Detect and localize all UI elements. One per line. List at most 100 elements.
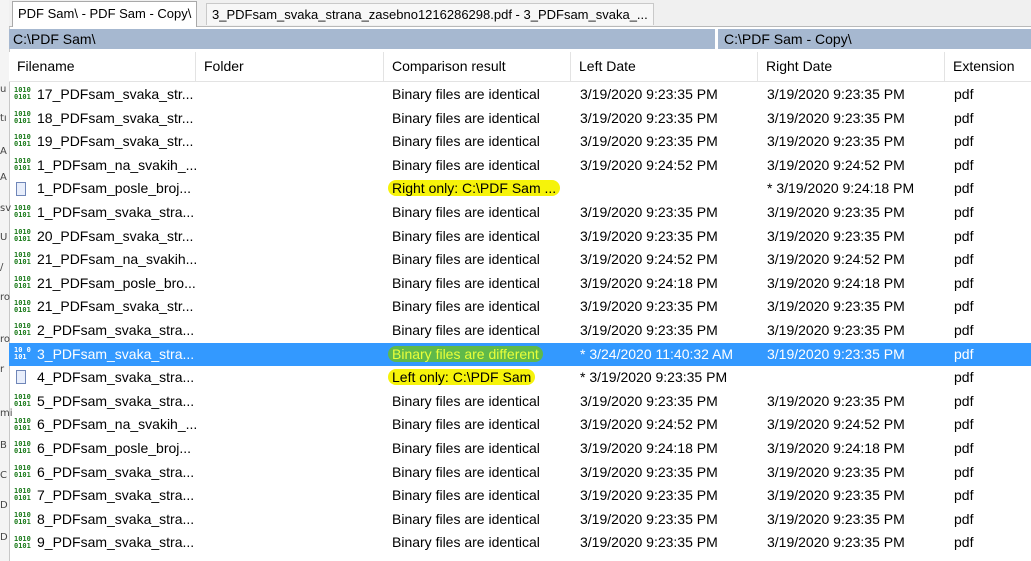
left-date-cell-text: 3/19/2020 9:23:35 PM	[580, 534, 718, 551]
column-header-row: Filename Folder Comparison result Left D…	[9, 52, 1031, 82]
background-text-fragment: u	[0, 84, 7, 95]
column-filename[interactable]: Filename	[9, 52, 196, 81]
comparison-result-cell-text: Binary files are identical	[392, 227, 540, 244]
filename-cell: 6_PDFsam_na_svakih_...	[37, 413, 203, 437]
filename-cell-text: 1_PDFsam_svaka_stra...	[37, 204, 195, 220]
filename-cell: 21_PDFsam_posle_bro...	[37, 272, 203, 296]
table-row[interactable]: 1010 0101 5_PDFsam_svaka_stra... Binary fil…	[9, 390, 1031, 414]
extension-cell: pdf	[954, 319, 1014, 343]
extension-cell: pdf	[954, 508, 1014, 532]
tab-file-compare[interactable]: 3_PDFsam_svaka_strana_zasebno1216286298.…	[206, 3, 654, 25]
table-row[interactable]: 4_PDFsam_svaka_stra... Left only: C:\PDF …	[9, 366, 1031, 390]
filename-cell: 7_PDFsam_svaka_stra...	[37, 484, 203, 508]
comparison-result-cell: Binary files are identical	[392, 390, 577, 414]
binary-icon: 1010 0101	[14, 133, 31, 149]
comparison-result-cell: Right only: C:\PDF Sam ...	[388, 177, 577, 201]
table-row[interactable]: 1010 0101 20_PDFsam_svaka_str... Binary fil…	[9, 225, 1031, 249]
extension-cell: pdf	[954, 130, 1014, 154]
binary-icon: 1010 0101	[14, 251, 31, 267]
binary-icon: 1010 0101	[14, 534, 31, 550]
right-date-cell: 3/19/2020 9:23:35 PM	[767, 390, 952, 414]
extension-cell: pdf	[954, 248, 1014, 272]
right-date-cell-text: 3/19/2020 9:24:18 PM	[767, 274, 905, 291]
right-date-cell-text: 3/19/2020 9:23:35 PM	[767, 510, 905, 527]
table-row[interactable]: 1010 0101 7_PDFsam_svaka_stra... Binary fil…	[9, 484, 1031, 508]
table-row[interactable]: 1010 0101 6_PDFsam_na_svakih_... Binary fil…	[9, 413, 1031, 437]
tab-folder-compare[interactable]: PDF Sam\ - PDF Sam - Copy\	[12, 1, 198, 27]
table-row[interactable]: 1010 0101 17_PDFsam_svaka_str... Binary fil…	[9, 83, 1031, 107]
table-row[interactable]: 10 0 101 3_PDFsam_svaka_stra... Binary file…	[9, 342, 1031, 367]
binary-icon: 1010 0101	[14, 157, 31, 173]
left-date-cell: 3/19/2020 9:23:35 PM	[580, 225, 765, 249]
background-text-fragment: D	[0, 500, 8, 511]
binary-icon: 1010 0101	[14, 109, 31, 125]
table-row[interactable]: 1010 0101 21_PDFsam_na_svakih... Binary fil…	[9, 248, 1031, 272]
filename-cell-text: 6_PDFsam_posle_broj...	[37, 440, 192, 456]
right-date-cell-text: 3/19/2020 9:23:35 PM	[767, 86, 905, 102]
table-row[interactable]: 1010 0101 1_PDFsam_svaka_stra... Binary fil…	[9, 201, 1031, 225]
table-row[interactable]: 1010 0101 2_PDFsam_svaka_stra... Binary fil…	[9, 319, 1031, 343]
filename-cell: 1_PDFsam_posle_broj...	[37, 177, 203, 201]
column-folder[interactable]: Folder	[196, 52, 384, 81]
background-text-fragment: B	[0, 440, 7, 451]
filename-cell-text: 21_PDFsam_posle_bro...	[37, 274, 196, 291]
right-date-cell: 3/19/2020 9:23:35 PM	[767, 83, 952, 107]
table-row[interactable]: 1_PDFsam_posle_broj... Right only: C:\PDF…	[9, 177, 1031, 201]
comparison-result-cell-text: Binary files are different	[388, 345, 543, 362]
table-row[interactable]: 1010 0101 21_PDFsam_svaka_str... Binary fil…	[9, 295, 1031, 319]
table-row[interactable]: 1010 0101 18_PDFsam_svaka_str... Binary fil…	[9, 107, 1031, 131]
extension-cell: pdf	[954, 461, 1014, 485]
extension-cell-text: pdf	[954, 109, 974, 126]
right-date-cell: * 3/19/2020 9:24:18 PM	[767, 177, 952, 201]
left-date-cell	[580, 177, 765, 201]
binary-icon: 1010 0101	[14, 416, 31, 432]
filename-cell: 21_PDFsam_na_svakih...	[37, 248, 203, 272]
filename-cell: 9_PDFsam_svaka_stra...	[37, 531, 203, 555]
table-row[interactable]: 1010 0101 8_PDFsam_svaka_stra... Binary fil…	[9, 508, 1031, 532]
extension-cell-text: pdf	[954, 133, 974, 150]
column-comparison-result[interactable]: Comparison result	[384, 52, 571, 81]
filename-cell-text: 18_PDFsam_svaka_str...	[37, 109, 194, 126]
right-date-cell: 3/19/2020 9:23:35 PM	[767, 225, 952, 249]
left-date-cell-text: 3/19/2020 9:24:52 PM	[580, 251, 718, 268]
table-row[interactable]: 1010 0101 9_PDFsam_svaka_stra... Binary fil…	[9, 531, 1031, 555]
filename-cell-text: 5_PDFsam_svaka_stra...	[37, 392, 195, 409]
binary-icon: 1010 0101	[14, 227, 31, 243]
left-date-cell-text: 3/19/2020 9:23:35 PM	[580, 133, 718, 150]
column-left-date[interactable]: Left Date	[571, 52, 758, 81]
right-date-cell: 3/19/2020 9:24:52 PM	[767, 248, 952, 272]
filename-cell-text: 2_PDFsam_svaka_stra...	[37, 322, 195, 338]
table-row[interactable]: 1010 0101 1_PDFsam_na_svakih_... Binary fil…	[9, 154, 1031, 178]
table-row[interactable]: 1010 0101 6_PDFsam_svaka_stra... Binary fil…	[9, 461, 1031, 485]
comparison-result-cell-text: Binary files are identical	[392, 392, 540, 409]
comparison-result-cell-text: Binary files are identical	[392, 274, 540, 291]
left-date-cell: 3/19/2020 9:23:35 PM	[580, 295, 765, 319]
extension-cell: pdf	[954, 484, 1014, 508]
binary-icon: 1010 0101	[14, 275, 31, 291]
comparison-result-cell-text: Binary files are identical	[392, 156, 540, 173]
extension-cell-text: pdf	[954, 251, 974, 268]
comparison-result-cell: Binary files are identical	[392, 531, 577, 555]
column-extension[interactable]: Extension	[945, 52, 1031, 81]
right-date-cell-text: 3/19/2020 9:24:52 PM	[767, 251, 905, 268]
left-date-cell-text: 3/19/2020 9:23:35 PM	[580, 298, 718, 315]
left-date-cell-text: * 3/19/2020 9:23:35 PM	[580, 369, 728, 386]
comparison-result-cell-text: Binary files are identical	[392, 298, 540, 315]
filename-cell-text: 17_PDFsam_svaka_str...	[37, 86, 194, 102]
filename-cell-text: 3_PDFsam_svaka_stra...	[37, 345, 195, 362]
table-row[interactable]: 1010 0101 21_PDFsam_posle_bro... Binary fil…	[9, 272, 1031, 296]
comparison-result-cell: Binary files are identical	[392, 319, 577, 343]
comparison-result-cell: Binary files are identical	[392, 272, 577, 296]
right-date-cell	[767, 366, 952, 390]
table-row[interactable]: 1010 0101 19_PDFsam_svaka_str... Binary fil…	[9, 130, 1031, 154]
column-right-date[interactable]: Right Date	[758, 52, 945, 81]
table-row[interactable]: 1010 0101 6_PDFsam_posle_broj... Binary fil…	[9, 437, 1031, 461]
filename-cell-text: 6_PDFsam_svaka_stra...	[37, 463, 195, 480]
left-date-cell-text: 3/19/2020 9:24:52 PM	[580, 416, 718, 433]
right-date-cell: 3/19/2020 9:23:35 PM	[767, 531, 952, 555]
extension-cell-text: pdf	[954, 156, 974, 173]
comparison-result-cell-text: Binary files are identical	[392, 322, 540, 338]
binary-icon: 1010 0101	[14, 86, 31, 102]
left-date-cell: 3/19/2020 9:23:35 PM	[580, 461, 765, 485]
left-date-cell: 3/19/2020 9:23:35 PM	[580, 83, 765, 107]
